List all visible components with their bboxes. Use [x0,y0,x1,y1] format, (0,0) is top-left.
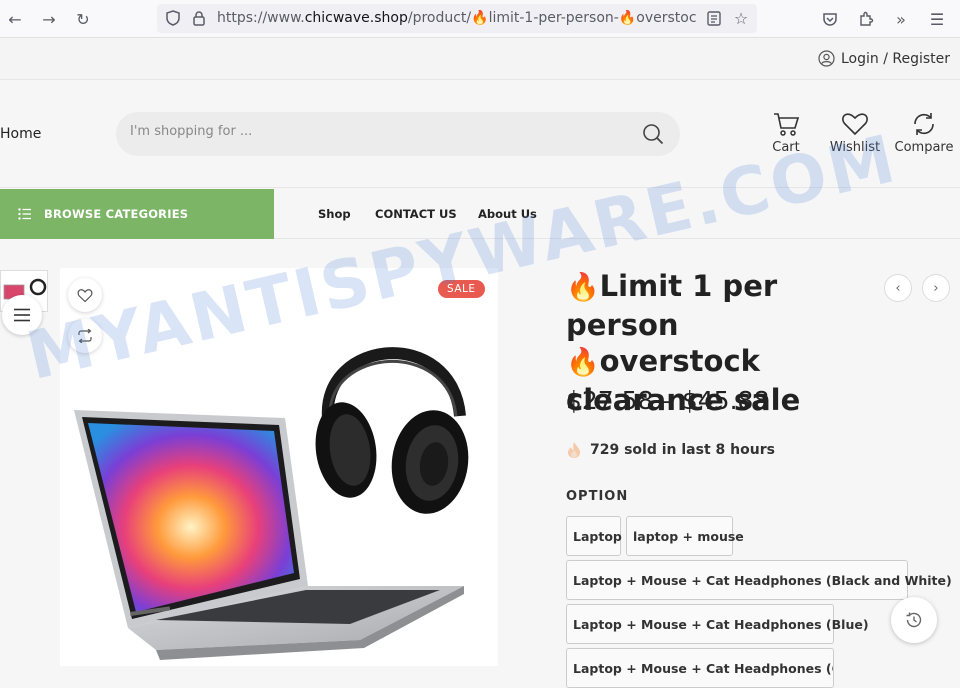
reader-view-icon[interactable] [702,6,726,30]
extensions-icon[interactable] [854,7,878,31]
flame-icon [568,442,580,458]
lock-icon [187,6,211,30]
hamburger-menu-icon[interactable]: ☰ [925,7,949,31]
nav-link-about-us[interactable]: About Us [478,207,537,221]
cart-button[interactable]: Cart [751,111,821,155]
user-icon [818,50,835,67]
forward-arrow-icon[interactable]: → [37,7,61,31]
option-cat-headphones-blue[interactable]: Laptop + Mouse + Cat Headphones (Blue) [566,604,869,644]
history-clock-icon [906,612,922,628]
option-laptop[interactable]: Laptop [566,516,622,556]
browse-categories-label: BROWSE CATEGORIES [44,207,189,221]
hamburger-icon [14,308,30,322]
nav-link-shop[interactable]: Shop [318,207,351,221]
option-cat-headphones-black-white[interactable]: Laptop + Mouse + Cat Headphones (Black a… [566,560,952,600]
wishlist-button[interactable]: Wishlist [820,111,890,155]
cart-label: Cart [772,140,800,155]
previous-product-button[interactable]: ‹ [884,274,912,302]
list-icon [18,208,31,220]
cart-icon [774,113,800,136]
compare-refresh-icon [914,113,934,135]
option-label: OPTION [566,489,629,504]
chevron-right-icon: › [933,280,939,296]
option-laptop-mouse[interactable]: laptop + mouse [626,516,744,556]
sold-text: 729 sold in last 8 hours [590,442,775,458]
nav-link-contact-us[interactable]: CONTACT US [375,207,457,221]
url-text: https://www.chicwave.shop/product/🔥limit… [217,10,697,26]
reload-icon[interactable]: ↻ [71,7,95,31]
shield-icon [161,6,185,30]
browser-toolbar: ← → ↻ https://www.chicwave.shop/product/… [0,0,960,38]
main-nav: BROWSE CATEGORIES Shop CONTACT US About … [0,189,960,239]
search-input[interactable] [130,124,610,139]
next-product-button[interactable]: › [922,274,950,302]
address-bar[interactable]: https://www.chicwave.shop/product/🔥limit… [157,4,757,33]
chevron-left-icon: ‹ [895,280,901,296]
login-register-link[interactable]: Login / Register [818,50,950,67]
option-cat-headphones-gold[interactable]: Laptop + Mouse + Cat Headphones (Gold) [566,648,834,688]
overflow-chevrons-icon[interactable]: » [889,7,913,31]
login-register-label: Login / Register [840,50,950,67]
sold-counter: 729 sold in last 8 hours [566,441,775,459]
home-link[interactable]: Home [0,126,41,142]
site-header: Home Cart Wishlist Compare [0,81,960,188]
mobile-menu-button[interactable] [2,295,42,335]
product-image-panel: SALE [60,268,498,666]
fire-icon: 🔥 [566,272,600,303]
search-icon[interactable] [642,123,664,145]
compare-button[interactable]: Compare [889,111,959,155]
search-bar [116,112,680,156]
compare-label: Compare [894,140,954,155]
pocket-icon[interactable] [818,7,842,31]
wishlist-label: Wishlist [829,140,881,155]
bookmark-star-icon[interactable]: ☆ [729,6,753,30]
product-image[interactable] [60,268,498,666]
recently-viewed-button[interactable] [891,597,937,643]
top-strip: Login / Register [0,39,960,80]
browse-categories-button[interactable]: BROWSE CATEGORIES [0,189,274,239]
back-arrow-icon[interactable]: ← [3,7,27,31]
product-price: $27.58 – $45.88 [566,386,770,415]
fire-icon: 🔥 [566,347,600,378]
title-line-2: overstock [599,344,760,378]
heart-icon [842,113,868,136]
